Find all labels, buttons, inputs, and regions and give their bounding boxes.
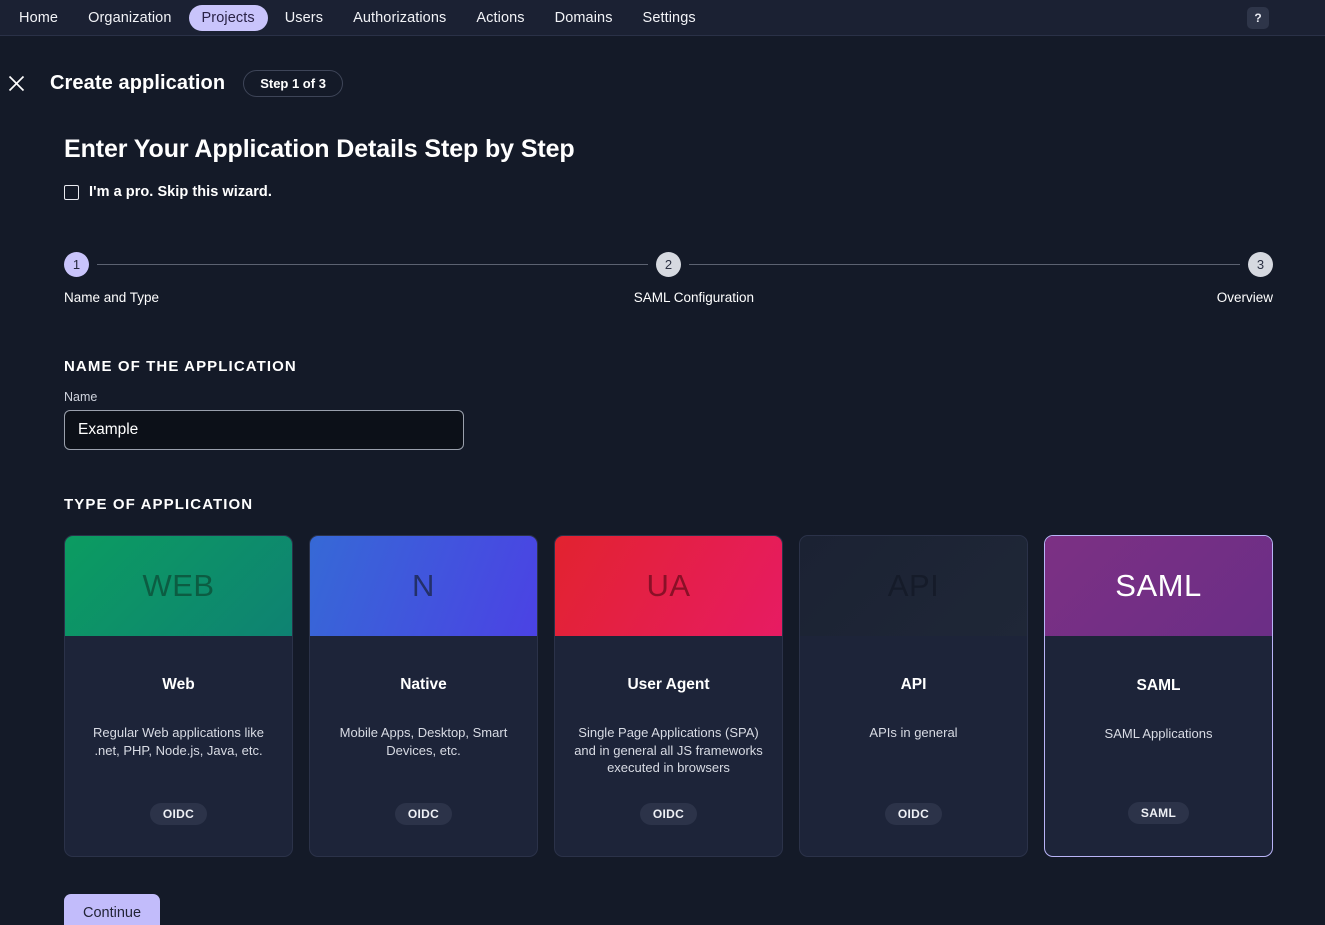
stepper-connector	[97, 264, 648, 265]
step-circle-1: 1	[64, 252, 89, 277]
page-header: Create application Step 1 of 3	[0, 36, 1325, 97]
skip-wizard-row[interactable]: I'm a pro. Skip this wizard.	[64, 184, 272, 200]
top-navigation-bar: HomeOrganizationProjectsUsersAuthorizati…	[0, 0, 1325, 36]
name-section-title: NAME OF THE APPLICATION	[64, 358, 1273, 375]
page-content: Enter Your Application Details Step by S…	[0, 135, 1325, 925]
card-title: API	[901, 676, 927, 694]
step-label-3: Overview	[1217, 290, 1273, 305]
step-circle-3: 3	[1248, 252, 1273, 277]
step-circle-2: 2	[656, 252, 681, 277]
card-banner: API	[800, 536, 1027, 636]
skip-wizard-label: I'm a pro. Skip this wizard.	[89, 184, 272, 200]
name-field-label: Name	[64, 390, 1273, 404]
step-label-1: Name and Type	[64, 290, 159, 305]
application-type-cards: WEB Web Regular Web applications like .net…	[64, 535, 1273, 857]
card-title: Native	[400, 676, 447, 694]
nav-item-projects[interactable]: Projects	[189, 5, 268, 31]
stepper-node-1[interactable]: 1	[64, 252, 89, 277]
step-indicator-badge: Step 1 of 3	[243, 70, 343, 97]
card-body: User Agent Single Page Applications (SPA)…	[555, 636, 782, 856]
card-title: Web	[162, 676, 194, 694]
nav-item-domains[interactable]: Domains	[542, 5, 626, 31]
stepper-node-2[interactable]: 2	[656, 252, 681, 277]
skip-wizard-checkbox[interactable]	[64, 185, 79, 200]
help-button[interactable]: ?	[1247, 7, 1269, 29]
app-type-card-native[interactable]: N Native Mobile Apps, Desktop, Smart Devic…	[309, 535, 538, 857]
card-protocol-badge: OIDC	[885, 803, 942, 825]
wizard-stepper: 1 2 3 Name and Type SAML Configuration Overv…	[64, 250, 1273, 312]
create-application-page: Create application Step 1 of 3 Enter You…	[0, 36, 1325, 925]
app-type-card-api[interactable]: API API APIs in general OIDC	[799, 535, 1028, 857]
name-input[interactable]	[64, 410, 464, 450]
card-description: Mobile Apps, Desktop, Smart Devices, etc…	[324, 724, 523, 759]
nav-item-authorizations[interactable]: Authorizations	[340, 5, 459, 31]
app-type-card-web[interactable]: WEB Web Regular Web applications like .net…	[64, 535, 293, 857]
card-title: SAML	[1137, 677, 1181, 695]
card-description: Regular Web applications like .net, PHP,…	[79, 724, 278, 759]
card-banner: SAML	[1045, 536, 1272, 636]
type-section-title: TYPE OF APPLICATION	[64, 496, 1273, 513]
card-banner: WEB	[65, 536, 292, 636]
card-banner: N	[310, 536, 537, 636]
card-description: APIs in general	[869, 724, 957, 742]
card-description: Single Page Applications (SPA) and in ge…	[569, 724, 768, 777]
headline: Enter Your Application Details Step by S…	[64, 135, 1273, 164]
app-type-card-user-agent[interactable]: UA User Agent Single Page Applications (SP…	[554, 535, 783, 857]
card-body: Web Regular Web applications like .net, P…	[65, 636, 292, 856]
card-protocol-badge: OIDC	[395, 803, 452, 825]
stepper-track: 1 2 3	[64, 250, 1273, 278]
card-protocol-badge: SAML	[1128, 802, 1189, 824]
card-protocol-badge: OIDC	[640, 803, 697, 825]
nav-items: HomeOrganizationProjectsUsersAuthorizati…	[0, 5, 709, 31]
stepper-connector	[689, 264, 1240, 265]
nav-item-organization[interactable]: Organization	[75, 5, 184, 31]
stepper-labels: Name and Type SAML Configuration Overview	[64, 290, 1273, 305]
continue-button[interactable]: Continue	[64, 894, 160, 925]
page-title: Create application	[50, 72, 225, 95]
nav-item-settings[interactable]: Settings	[630, 5, 709, 31]
step-label-2: SAML Configuration	[634, 290, 754, 305]
nav-item-home[interactable]: Home	[6, 5, 71, 31]
card-body: SAML SAML Applications SAML	[1045, 636, 1272, 856]
card-title: User Agent	[627, 676, 709, 694]
card-body: API APIs in general OIDC	[800, 636, 1027, 856]
card-protocol-badge: OIDC	[150, 803, 207, 825]
name-field-group: Name	[64, 390, 1273, 450]
close-icon[interactable]	[2, 69, 30, 97]
nav-item-users[interactable]: Users	[272, 5, 336, 31]
card-description: SAML Applications	[1105, 725, 1213, 743]
card-body: Native Mobile Apps, Desktop, Smart Device…	[310, 636, 537, 856]
nav-item-actions[interactable]: Actions	[463, 5, 537, 31]
stepper-node-3[interactable]: 3	[1248, 252, 1273, 277]
card-banner: UA	[555, 536, 782, 636]
app-type-card-saml[interactable]: SAML SAML SAML Applications SAML	[1044, 535, 1273, 857]
